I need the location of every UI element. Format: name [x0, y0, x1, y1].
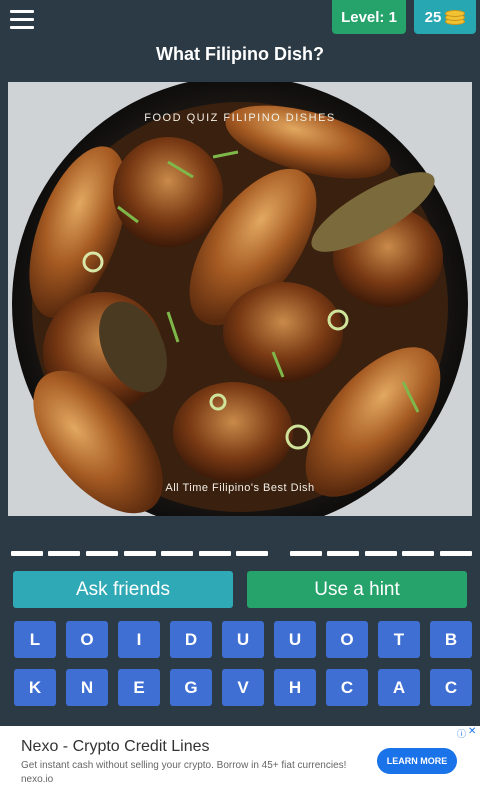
answer-slot[interactable] — [327, 551, 359, 556]
answer-slot[interactable] — [402, 551, 434, 556]
ad-info-icon[interactable]: ⓘ — [457, 727, 466, 740]
letter-tile[interactable]: C — [326, 669, 368, 706]
answer-slot[interactable] — [161, 551, 193, 556]
level-label: Level: 1 — [341, 8, 397, 26]
answer-slot[interactable] — [124, 551, 156, 556]
ad-text: Get instant cash without selling your cr… — [21, 760, 347, 785]
ask-friends-label: Ask friends — [76, 578, 170, 600]
answer-slots — [0, 551, 480, 557]
ad-banner[interactable]: Nexo - Crypto Credit Lines Get instant c… — [0, 726, 480, 800]
close-icon[interactable]: ✕ — [468, 726, 476, 737]
letter-tile[interactable]: D — [170, 621, 212, 658]
answer-slot[interactable] — [199, 551, 231, 556]
answer-slot[interactable] — [11, 551, 43, 556]
answer-slot[interactable] — [48, 551, 80, 556]
letter-tile[interactable]: N — [66, 669, 108, 706]
letter-tile[interactable]: U — [274, 621, 316, 658]
ad-title[interactable]: Nexo - Crypto Credit Lines — [21, 738, 210, 756]
answer-slot[interactable] — [86, 551, 118, 556]
letter-tile[interactable]: B — [430, 621, 472, 658]
dish-photo: FOOD QUIZ FILIPINO DISHES All Time Filip… — [8, 82, 472, 516]
coin-stack-icon — [445, 9, 466, 25]
photo-caption-top: FOOD QUIZ FILIPINO DISHES — [144, 112, 336, 124]
letter-tile[interactable]: O — [66, 621, 108, 658]
use-hint-label: Use a hint — [314, 578, 400, 600]
letter-tile[interactable]: V — [222, 669, 264, 706]
letter-tile[interactable]: I — [118, 621, 160, 658]
answer-slot[interactable] — [236, 551, 268, 556]
photo-caption-bottom: All Time Filipino's Best Dish — [165, 482, 315, 494]
coins-count: 25 — [424, 8, 442, 26]
letter-tile[interactable]: T — [378, 621, 420, 658]
letter-tile[interactable]: O — [326, 621, 368, 658]
letter-tile[interactable]: H — [274, 669, 316, 706]
question-title: What Filipino Dish? — [156, 44, 324, 64]
coins-button[interactable]: 25 — [414, 0, 476, 34]
ask-friends-button[interactable]: Ask friends — [13, 571, 233, 608]
use-hint-button[interactable]: Use a hint — [247, 571, 467, 608]
top-bar: Level: 1 25 — [0, 0, 480, 40]
dish-illustration — [8, 82, 472, 516]
letter-tile[interactable]: A — [378, 669, 420, 706]
letter-tile[interactable]: E — [118, 669, 160, 706]
answer-slot[interactable] — [440, 551, 472, 556]
hamburger-icon[interactable] — [10, 10, 34, 30]
letter-tile[interactable]: C — [430, 669, 472, 706]
learn-more-button[interactable]: LEARN MORE — [377, 748, 457, 774]
level-badge: Level: 1 — [332, 0, 406, 34]
letter-tile[interactable]: G — [170, 669, 212, 706]
letter-tile[interactable]: U — [222, 621, 264, 658]
answer-slot[interactable] — [365, 551, 397, 556]
answer-slot[interactable] — [290, 551, 322, 556]
letter-tile[interactable]: K — [14, 669, 56, 706]
letter-tile[interactable]: L — [14, 621, 56, 658]
